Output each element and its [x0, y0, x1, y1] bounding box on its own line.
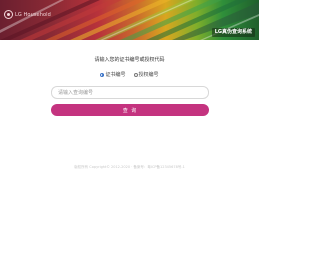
query-type-radio-group: 证书编号 授权编号 [0, 71, 259, 78]
query-button[interactable]: 查 询 [51, 104, 209, 116]
page: LG Household LG真伪查询系统 请输入您的证书编号或授权代码 证书编… [0, 0, 259, 272]
radio-label-authorization: 授权编号 [138, 72, 159, 78]
radio-authorization-number[interactable]: 授权编号 [133, 71, 159, 78]
system-title: LG真伪查询系统 [211, 28, 255, 37]
footer-copyright: 版权所有 Copyright© 2012-2020 · 备案号：粤ICP备123… [74, 165, 185, 169]
radio-label-certificate: 证书编号 [105, 72, 126, 78]
query-number-input[interactable] [51, 86, 209, 99]
radio-unselected-icon[interactable] [133, 72, 138, 77]
header-banner: LG Household LG真伪查询系统 [0, 0, 259, 40]
brand-name: LG Household [15, 11, 51, 18]
query-prompt: 请输入您的证书编号或授权代码 [94, 57, 165, 63]
radio-certificate-number[interactable]: 证书编号 [100, 71, 126, 78]
radio-selected-icon[interactable] [100, 72, 105, 77]
lg-logo-icon [4, 10, 13, 19]
brand-logo[interactable]: LG Household [4, 10, 51, 19]
